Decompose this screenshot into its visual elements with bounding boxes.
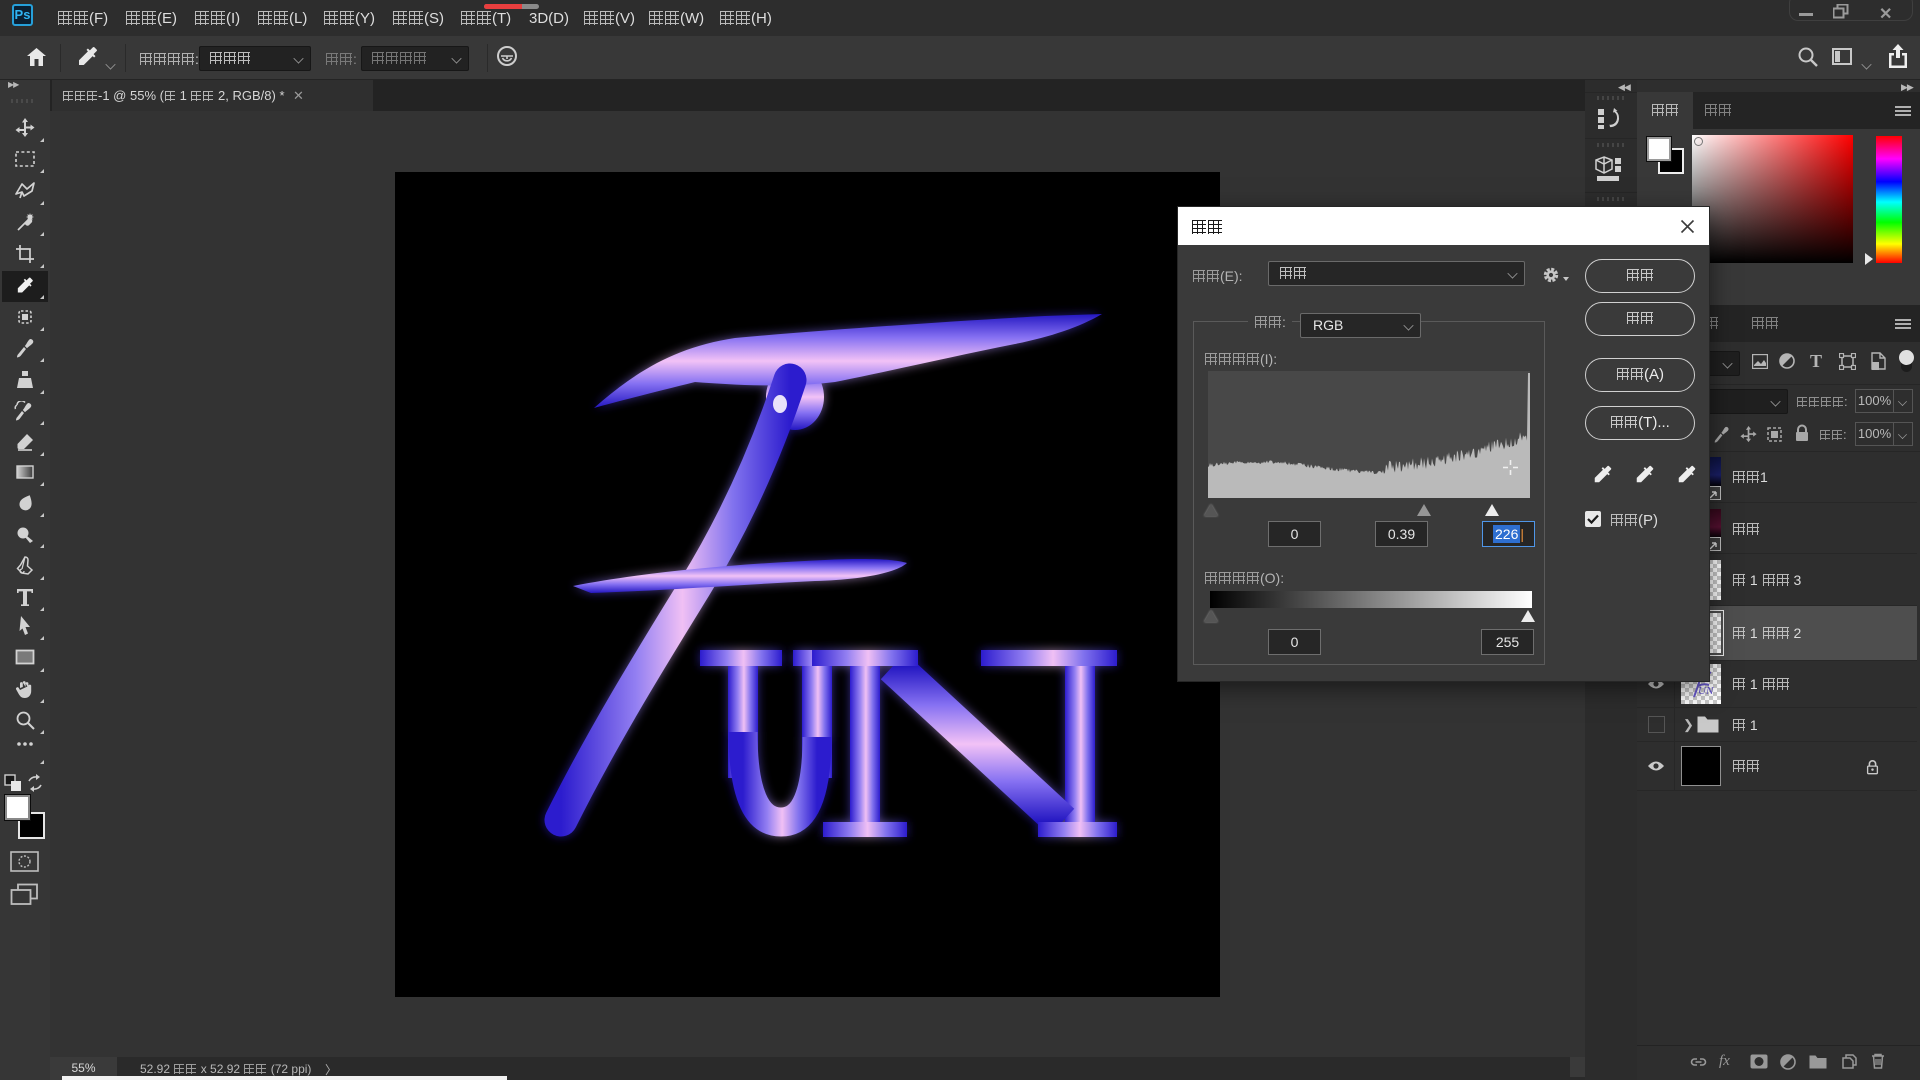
svg-text:UN: UN [1698,685,1714,697]
